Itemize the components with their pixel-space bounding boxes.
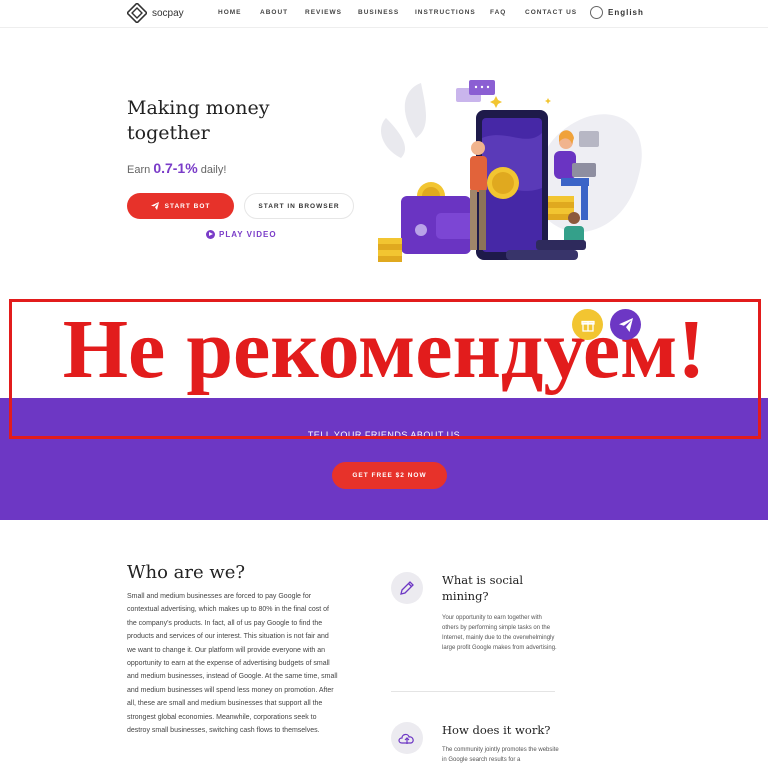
gift-button[interactable] [572, 309, 603, 340]
pencil-icon [391, 572, 423, 604]
play-icon [206, 230, 215, 239]
globe-icon [590, 6, 603, 19]
telegram-icon [150, 202, 159, 210]
start-bot-button[interactable]: START BOT [127, 193, 234, 219]
nav-instructions[interactable]: INSTRUCTIONS [415, 9, 476, 16]
about-title: Who are we? [127, 562, 246, 583]
get-free-button[interactable]: GET FREE $2 NOW [332, 462, 447, 489]
nav-faq[interactable]: FAQ [490, 9, 506, 16]
hero-title: Making money together [127, 97, 270, 144]
logo-text: socpay [152, 7, 184, 19]
nav-contact-us[interactable]: CONTACT US [525, 9, 577, 16]
start-bot-label: START BOT [164, 202, 211, 210]
gift-icon [580, 320, 595, 332]
language-label: English [608, 8, 644, 17]
earn-prefix: Earn [127, 164, 151, 176]
feature-title-how-it-works: How does it work? [442, 723, 551, 737]
nav-business[interactable]: BUSINESS [358, 9, 399, 16]
play-video-link[interactable]: PLAY VIDEO [206, 230, 277, 239]
nav-about[interactable]: ABOUT [260, 9, 288, 16]
language-selector[interactable]: English [590, 6, 644, 19]
feature-body-how-it-works: The community jointly promotes the websi… [442, 747, 559, 763]
about-body: Small and medium businesses are forced t… [127, 593, 338, 735]
site-header: socpay HOME ABOUT REVIEWS BUSINESS INSTR… [0, 0, 768, 28]
nav-reviews[interactable]: REVIEWS [305, 9, 342, 16]
nav-home[interactable]: HOME [218, 9, 242, 16]
logo[interactable]: socpay [127, 3, 184, 23]
cloud-upload-icon [391, 722, 423, 754]
warning-stamp: Не рекомендуем! [62, 303, 706, 396]
earn-suffix: daily! [200, 164, 227, 176]
hero-illustration [378, 80, 642, 262]
telegram-icon [618, 317, 633, 332]
telegram-button[interactable] [610, 309, 641, 340]
feature-title-social-mining: What is social mining? [442, 573, 524, 603]
feature-divider [391, 691, 555, 692]
feature-body-social-mining: Your opportunity to earn together with o… [442, 615, 557, 651]
logo-icon [127, 3, 147, 23]
earn-rate-text: Earn 0.7-1% daily! [127, 160, 226, 176]
start-in-browser-button[interactable]: START IN BROWSER [244, 193, 354, 219]
earn-rate-value: 0.7-1% [153, 160, 198, 176]
play-video-label: PLAY VIDEO [219, 230, 277, 239]
